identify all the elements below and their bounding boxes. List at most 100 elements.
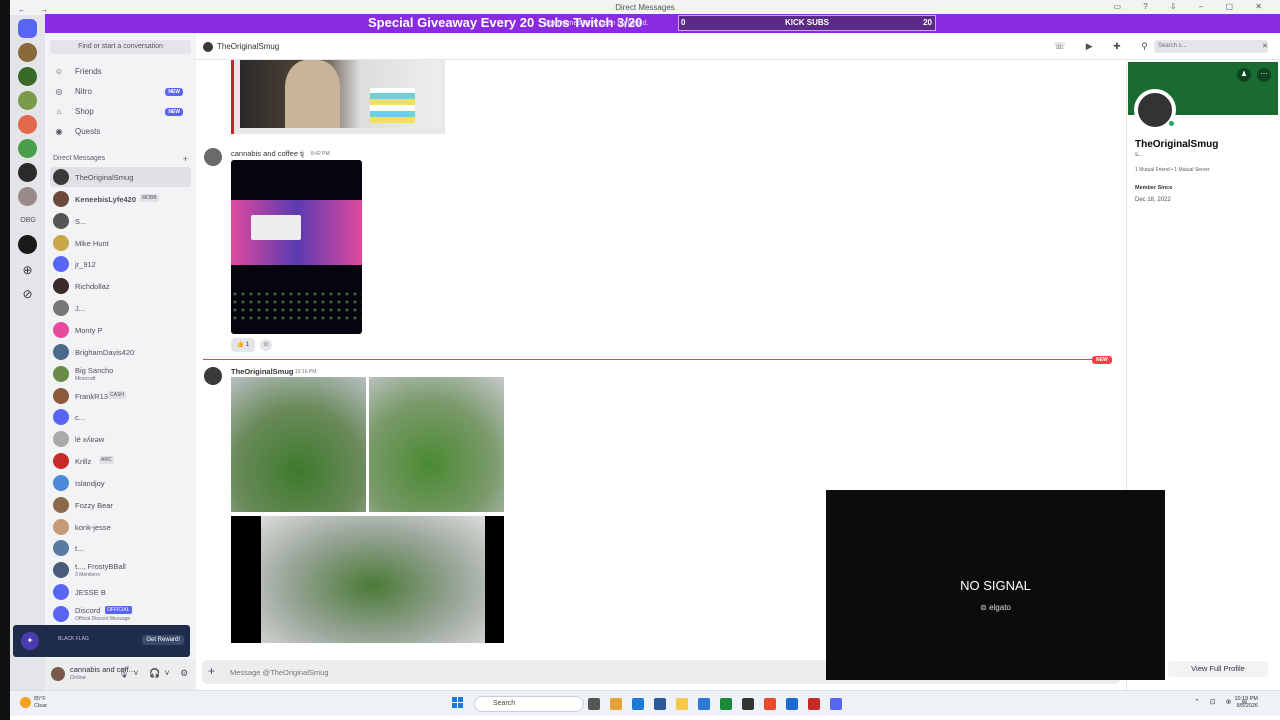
reaction-thumbs-up[interactable]: 👍 1: [231, 338, 255, 352]
server-icon[interactable]: [18, 67, 37, 86]
weather-widget[interactable]: 85°F Clear: [34, 696, 47, 710]
server-icon[interactable]: [18, 43, 37, 62]
dm-item[interactable]: Richdollaz: [50, 276, 191, 296]
sidebar-nav-nitro[interactable]: ◎ Nitro NEW: [50, 84, 191, 100]
dm-item[interactable]: Krillz ARC: [50, 451, 191, 471]
dm-name: Fozzy Bear: [75, 500, 113, 510]
profile-display-name: TheOriginalSmug: [1135, 139, 1219, 150]
message-input[interactable]: [230, 665, 830, 679]
add-server-icon[interactable]: ⊕: [18, 261, 37, 280]
file-explorer-icon[interactable]: [676, 698, 688, 710]
avatar[interactable]: [204, 148, 222, 166]
more-options-icon[interactable]: ⋯: [1257, 68, 1271, 82]
find-conversation-input[interactable]: Find or start a conversation: [50, 40, 191, 54]
taskbar-search[interactable]: Search: [474, 696, 584, 712]
shop-icon: ⌂: [56, 107, 62, 116]
attach-plus-icon[interactable]: +: [208, 664, 215, 678]
add-reaction-icon[interactable]: ☺: [260, 339, 272, 351]
app-icon[interactable]: [742, 698, 754, 710]
edge-icon[interactable]: [632, 698, 644, 710]
server-icon[interactable]: [18, 163, 37, 182]
taskbar-clock[interactable]: 10:19 PM 8/5/2026: [1234, 696, 1258, 710]
message-author[interactable]: TheOriginalSmug: [231, 367, 294, 376]
dm-name: jr_912: [75, 260, 96, 270]
create-dm-icon[interactable]: +: [183, 154, 188, 164]
sidebar-nav-label: Shop: [75, 107, 94, 116]
message-image[interactable]: [369, 377, 504, 512]
app-icon[interactable]: [654, 698, 666, 710]
discord-taskbar-icon[interactable]: [830, 698, 842, 710]
sidebar-nav-shop[interactable]: ⌂ Shop NEW: [50, 104, 191, 120]
message-image[interactable]: [231, 516, 504, 643]
avatar: [53, 431, 69, 448]
search-close-icon[interactable]: ✕: [1262, 42, 1268, 50]
user-controls-icons[interactable]: 🎙˅ 🎧˅ ⚙: [118, 668, 192, 679]
window-controls[interactable]: ▭ ? ⇩ – ▢ ✕: [1113, 2, 1272, 11]
reaction-count: 1: [245, 342, 250, 348]
clock-time: 10:19 PM: [1234, 696, 1258, 702]
copilot-icon[interactable]: [610, 698, 622, 710]
app-icon[interactable]: [808, 698, 820, 710]
server-icon[interactable]: [18, 235, 37, 254]
online-status-icon: [1167, 119, 1176, 128]
dm-item[interactable]: BrighamDavis420: [50, 342, 191, 362]
home-discord-icon[interactable]: [18, 19, 37, 38]
dm-item[interactable]: Discord Official Discord Message OFFICIAL: [50, 604, 191, 624]
firefox-icon[interactable]: [764, 698, 776, 710]
no-signal-text: NO SIGNAL: [960, 578, 1031, 593]
taskview-icon[interactable]: [588, 698, 600, 710]
user-status: Online: [70, 675, 86, 681]
dm-item[interactable]: lé xʎɐəw: [50, 429, 191, 449]
app-icon[interactable]: [698, 698, 710, 710]
dm-item[interactable]: konk-jesse: [50, 517, 191, 537]
promo-banner[interactable]: ✦ BLACK FLAG Get Reward!: [13, 625, 190, 657]
dm-item[interactable]: TheOriginalSmug: [50, 167, 191, 187]
dm-item[interactable]: FrankR13 CASH: [50, 386, 191, 406]
server-obg[interactable]: OBG: [15, 217, 41, 224]
discover-icon[interactable]: ⊘: [18, 285, 37, 304]
taskbar-apps: [588, 697, 852, 715]
sidebar-nav-friends[interactable]: ☺ Friends: [50, 64, 191, 80]
kick-subs-goal: 20: [923, 18, 932, 27]
message-image[interactable]: [231, 160, 362, 334]
dm-item[interactable]: Fozzy Bear: [50, 495, 191, 515]
server-icon[interactable]: [18, 139, 37, 158]
add-friend-icon[interactable]: ♟: [1237, 68, 1251, 82]
video-thumbnail[interactable]: [240, 60, 440, 128]
avatar[interactable]: [51, 667, 65, 681]
dm-item[interactable]: JESSE B: [50, 582, 191, 602]
dm-item[interactable]: S...: [50, 211, 191, 231]
sidebar-nav-quests[interactable]: ◉ Quests: [50, 124, 191, 140]
start-icon[interactable]: [452, 697, 464, 709]
dm-item[interactable]: Big Sancho Minecraft: [50, 364, 191, 384]
server-icon[interactable]: [18, 187, 37, 206]
dm-item[interactable]: t..., FrostyBBall 3 Members: [50, 560, 191, 580]
dm-header-label: Direct Messages: [53, 155, 106, 162]
member-since-date: Dec 18, 2022: [1135, 197, 1171, 203]
dm-item[interactable]: KeneebisLyfe420 MOBB: [50, 189, 191, 209]
dm-name: Monty P: [75, 325, 103, 335]
dm-item[interactable]: Mike Hunt: [50, 233, 191, 253]
dm-item[interactable]: t...: [50, 538, 191, 558]
dm-item[interactable]: jr_912: [50, 254, 191, 274]
chat-recipient-name[interactable]: TheOriginalSmug: [217, 42, 279, 51]
dm-item[interactable]: Monty P: [50, 320, 191, 340]
avatar: [53, 278, 69, 295]
dm-item[interactable]: J...: [50, 298, 191, 318]
search-input[interactable]: Search s...: [1154, 40, 1268, 53]
youtube-embed[interactable]: [231, 60, 445, 134]
avatar[interactable]: [204, 367, 222, 385]
dm-item[interactable]: c...: [50, 407, 191, 427]
profile-mutuals[interactable]: 1 Mutual Friend • 1 Mutual Server: [1135, 167, 1210, 173]
capture-preview: NO SIGNAL ⊜ elgato: [826, 490, 1165, 680]
dm-item[interactable]: Islandjoy: [50, 473, 191, 493]
app-icon[interactable]: [720, 698, 732, 710]
message-author[interactable]: cannabis and coffee tj: [231, 149, 304, 158]
message-image[interactable]: [231, 377, 366, 512]
get-reward-button[interactable]: Get Reward!: [142, 635, 184, 645]
server-icon[interactable]: [18, 115, 37, 134]
view-full-profile-button[interactable]: View Full Profile: [1168, 661, 1268, 677]
app-icon[interactable]: [786, 698, 798, 710]
weather-icon[interactable]: [20, 697, 31, 708]
server-icon[interactable]: [18, 91, 37, 110]
